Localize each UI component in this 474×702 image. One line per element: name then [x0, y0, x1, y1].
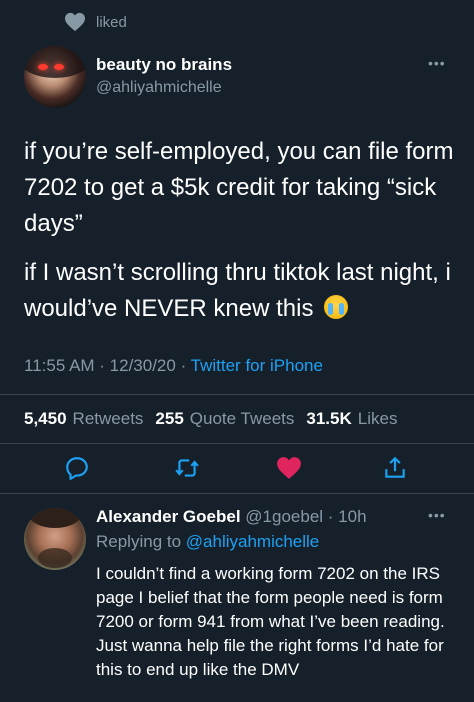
tweet-timestamp[interactable]: 11:55 AM · 12/30/20 · — [24, 356, 191, 375]
tweet-source-link[interactable]: Twitter for iPhone — [191, 356, 323, 375]
replying-to-handle-link[interactable]: @ahliyahmichelle — [186, 532, 320, 551]
reply-separator: · — [323, 507, 339, 526]
divider — [0, 493, 474, 494]
heart-icon — [65, 12, 85, 32]
reply-author-avatar[interactable] — [24, 508, 86, 570]
reply-author-name[interactable]: Alexander Goebel — [96, 507, 241, 526]
quote-tweets-label: Quote Tweets — [189, 409, 295, 428]
tweet-text-paragraph-2: if I wasn’t scrolling thru tiktok last n… — [24, 255, 454, 327]
divider — [0, 443, 474, 444]
tweet-text-paragraph-1: if you’re self-employed, you can file fo… — [24, 138, 454, 237]
author-handle[interactable]: @ahliyahmichelle — [96, 79, 222, 97]
quote-tweets-count: 255 — [155, 409, 184, 428]
author-name[interactable]: beauty no brains — [96, 55, 232, 75]
crying-face-emoji-icon — [324, 295, 349, 319]
retweets-stat[interactable]: 5,450 Retweets — [24, 409, 143, 429]
retweet-icon[interactable] — [174, 455, 200, 481]
reply-more-options-icon[interactable]: ••• — [428, 507, 446, 523]
reply-age: 10h — [338, 507, 367, 526]
reply-text: I couldn’t find a working form 7202 on t… — [96, 564, 445, 679]
likes-label: Likes — [357, 409, 398, 428]
like-heart-icon[interactable] — [276, 455, 302, 481]
divider — [0, 394, 474, 395]
likes-count: 31.5K — [306, 409, 352, 428]
more-options-icon[interactable]: ••• — [428, 55, 446, 71]
author-avatar[interactable] — [24, 46, 86, 108]
quote-tweets-stat[interactable]: 255 Quote Tweets — [155, 409, 294, 429]
likes-stat[interactable]: 31.5K Likes — [306, 409, 397, 429]
tweet-meta: 11:55 AM · 12/30/20 · Twitter for iPhone — [24, 356, 323, 376]
replying-to: Replying to @ahliyahmichelle — [96, 532, 319, 552]
retweets-label: Retweets — [72, 409, 144, 428]
reply-header: Alexander Goebel @1goebel · 10h — [96, 507, 367, 527]
reply-icon[interactable] — [64, 455, 90, 481]
replying-to-prefix: Replying to — [96, 532, 186, 551]
tweet-text-paragraph-2-text: if I wasn’t scrolling thru tiktok last n… — [24, 259, 451, 322]
tweet-stats: 5,450 Retweets 255 Quote Tweets 31.5K Likes — [24, 409, 409, 429]
share-icon[interactable] — [382, 455, 408, 481]
reply-author-handle[interactable]: @1goebel — [245, 507, 323, 526]
liked-label: liked — [96, 13, 127, 31]
retweets-count: 5,450 — [24, 409, 67, 428]
liked-context: liked — [64, 12, 127, 32]
